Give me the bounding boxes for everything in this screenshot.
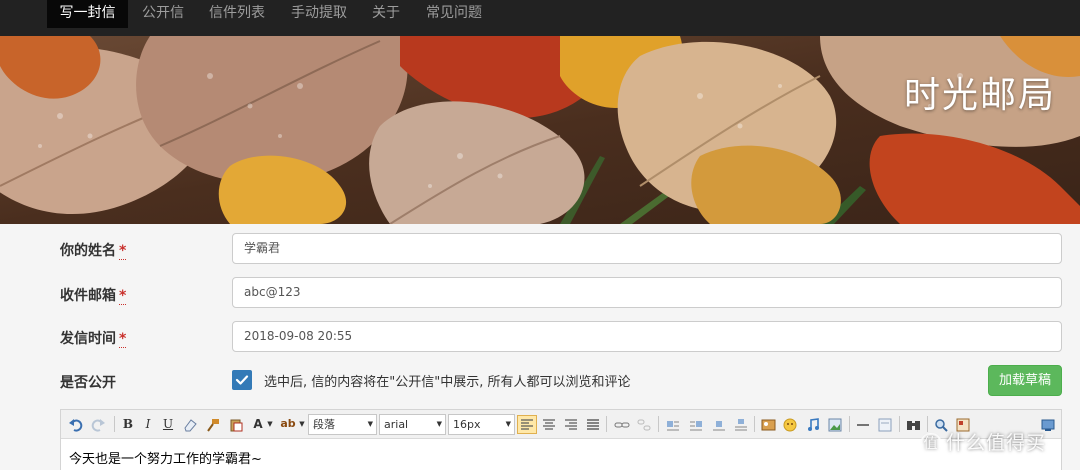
font-size-select[interactable]: 16px ▼	[448, 414, 515, 435]
nav-public-letters[interactable]: 公开信	[142, 0, 184, 28]
rich-text-editor: B I U A ▼ ab ▼ 段落 ▼ arial ▼ 16px ▼ 今天也是一…	[60, 409, 1062, 470]
watermark-text: 什么值得买	[946, 432, 1047, 454]
font-family-select[interactable]: arial ▼	[379, 414, 446, 435]
nav-manual-extract[interactable]: 手动提取	[291, 0, 347, 28]
font-color-button[interactable]: A	[251, 415, 265, 433]
justify-icon[interactable]	[586, 417, 600, 436]
paste-icon[interactable]	[229, 417, 243, 436]
toolbar-divider	[658, 416, 659, 432]
find-replace-icon[interactable]	[906, 417, 921, 436]
nav-faq[interactable]: 常见问题	[426, 0, 482, 28]
nav-letter-list[interactable]: 信件列表	[209, 0, 265, 28]
toolbar-divider	[606, 416, 607, 432]
name-input[interactable]: 学霸君	[232, 233, 1062, 264]
top-navbar: 写一封信 公开信 信件列表 手动提取 关于 常见问题	[0, 0, 1080, 36]
watermark-logo-icon: 值	[920, 432, 942, 455]
toolbar-divider	[849, 416, 850, 432]
align-left-icon[interactable]	[517, 415, 537, 434]
send-time-input[interactable]: 2018-09-08 20:55	[232, 321, 1062, 352]
eraser-icon[interactable]	[183, 417, 197, 436]
font-family-select-value: arial	[384, 418, 409, 431]
font-color-dropdown-icon[interactable]: ▼	[266, 415, 274, 433]
banner-title: 时光邮局	[903, 75, 1056, 116]
chevron-down-icon: ▼	[436, 420, 442, 428]
undo-icon[interactable]	[69, 417, 83, 436]
image-left-icon[interactable]	[666, 417, 680, 436]
toolbar-divider	[754, 416, 755, 432]
format-painter-icon[interactable]	[206, 417, 220, 436]
name-label-text: 你的姓名	[60, 243, 116, 259]
name-label: 你的姓名 *	[60, 240, 127, 260]
insert-date-icon[interactable]	[878, 417, 892, 436]
music-icon[interactable]	[806, 417, 820, 436]
paragraph-select[interactable]: 段落 ▼	[308, 414, 377, 435]
underline-button[interactable]: U	[161, 415, 175, 433]
editor-content[interactable]: 今天也是一个努力工作的学霸君~	[69, 448, 262, 467]
chevron-down-icon: ▼	[367, 420, 373, 428]
align-center-icon[interactable]	[542, 417, 556, 436]
image-right-icon[interactable]	[689, 417, 703, 436]
align-right-icon[interactable]	[564, 417, 578, 436]
unlink-icon[interactable]	[637, 417, 651, 436]
horizontal-rule-icon[interactable]	[856, 417, 870, 436]
link-icon[interactable]	[614, 417, 630, 436]
banner-leaves-image	[0, 36, 1080, 224]
toolbar-divider	[114, 416, 115, 432]
send-time-label-text: 发信时间	[60, 331, 116, 347]
nav-write-letter[interactable]: 写一封信	[47, 0, 128, 28]
required-mark: *	[119, 331, 127, 348]
highlight-dropdown-icon[interactable]: ▼	[298, 415, 306, 433]
emoticon-icon[interactable]	[783, 417, 797, 436]
public-description: 选中后, 信的内容将在"公开信"中展示, 所有人都可以浏览和评论	[264, 375, 631, 390]
italic-button[interactable]: I	[142, 415, 154, 433]
checkmark-icon	[235, 375, 249, 385]
insert-picture-icon[interactable]	[828, 417, 842, 436]
site-watermark: 值什么值得买	[920, 428, 1046, 455]
editor-toolbar: B I U A ▼ ab ▼ 段落 ▼ arial ▼ 16px ▼	[61, 410, 1061, 439]
banner: 时光邮局	[0, 36, 1080, 224]
required-mark: *	[119, 288, 127, 305]
email-label-text: 收件邮箱	[60, 288, 116, 304]
paragraph-select-value: 段落	[313, 418, 335, 431]
email-input[interactable]: abc@123	[232, 277, 1062, 308]
chevron-down-icon: ▼	[505, 420, 511, 428]
bold-button[interactable]: B	[121, 415, 135, 433]
insert-image-icon[interactable]	[761, 417, 776, 436]
required-mark: *	[119, 243, 127, 260]
toolbar-divider	[899, 416, 900, 432]
email-label: 收件邮箱 *	[60, 285, 127, 305]
send-time-label: 发信时间 *	[60, 328, 127, 348]
nav-about[interactable]: 关于	[372, 0, 400, 28]
image-center-icon[interactable]	[712, 417, 726, 436]
redo-icon[interactable]	[91, 417, 105, 436]
highlight-button[interactable]: ab	[280, 415, 296, 433]
image-none-icon[interactable]	[734, 417, 748, 436]
font-size-select-value: 16px	[453, 418, 481, 431]
public-checkbox[interactable]	[232, 370, 252, 390]
public-label: 是否公开	[60, 375, 116, 391]
load-draft-button[interactable]: 加载草稿	[988, 365, 1062, 396]
